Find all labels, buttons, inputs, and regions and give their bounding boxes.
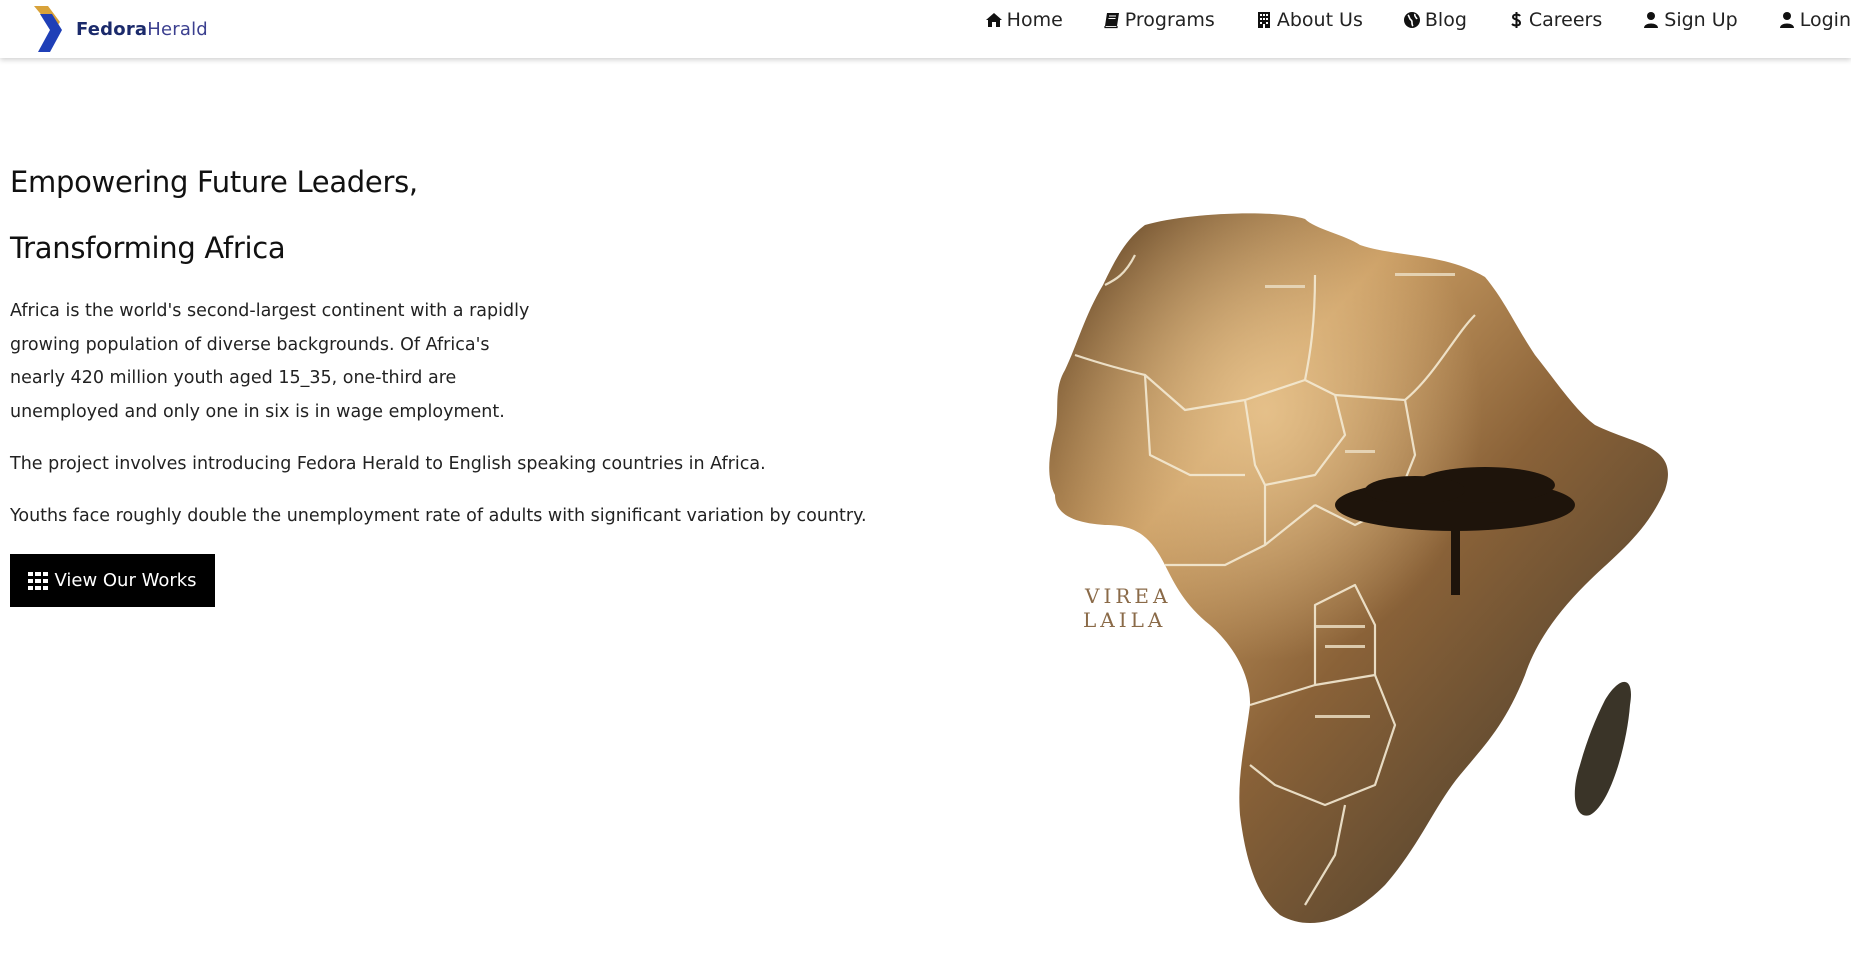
building-icon (1255, 11, 1273, 29)
nav-label: Sign Up (1664, 9, 1738, 31)
nav-item-programs[interactable]: Programs (1103, 9, 1215, 31)
map-label-line-2: LAILA (1083, 608, 1166, 632)
brand-name: FedoraHerald (76, 18, 208, 40)
brand-logo-link[interactable]: FedoraHerald (30, 4, 208, 54)
user-icon (1642, 11, 1660, 29)
nav-item-login[interactable]: Login (1778, 9, 1851, 31)
nav-item-about-us[interactable]: About Us (1255, 9, 1363, 31)
view-our-works-label: View Our Works (54, 570, 197, 591)
home-icon (985, 11, 1003, 29)
nav-item-sign-up[interactable]: Sign Up (1642, 9, 1738, 31)
view-our-works-button[interactable]: View Our Works (10, 554, 215, 607)
nav-label: Programs (1124, 9, 1215, 31)
hero-title-line-2: Transforming Africa (10, 231, 286, 265)
hero-paragraph-3: Youths face roughly double the unemploym… (10, 506, 867, 526)
book-icon (1103, 11, 1121, 29)
africa-map-image: VIREA LAILA (1049, 213, 1668, 924)
main-nav: Home Programs About Us Blog Careers Sign… (985, 8, 1851, 32)
nav-item-blog[interactable]: Blog (1403, 9, 1467, 31)
nav-label: Login (1799, 9, 1851, 31)
user-icon (1778, 11, 1796, 29)
globe-icon (1403, 11, 1421, 29)
hero-paragraph-1: Africa is the world's second-largest con… (10, 301, 530, 422)
nav-label: About Us (1276, 9, 1363, 31)
map-label-line-1: VIREA (1084, 584, 1171, 608)
navbar: FedoraHerald Home Programs About Us Blog… (0, 0, 1851, 58)
nav-label: Home (1006, 9, 1063, 31)
dollar-icon (1507, 11, 1525, 29)
nav-label: Blog (1424, 9, 1467, 31)
nav-label: Careers (1528, 9, 1603, 31)
hero-paragraph-2: The project involves introducing Fedora … (10, 454, 766, 474)
hero-title-line-1: Empowering Future Leaders, (10, 165, 418, 199)
grid-icon (28, 571, 49, 590)
brand-logo-icon (34, 6, 62, 52)
nav-item-home[interactable]: Home (985, 9, 1063, 31)
nav-item-careers[interactable]: Careers (1507, 9, 1602, 31)
